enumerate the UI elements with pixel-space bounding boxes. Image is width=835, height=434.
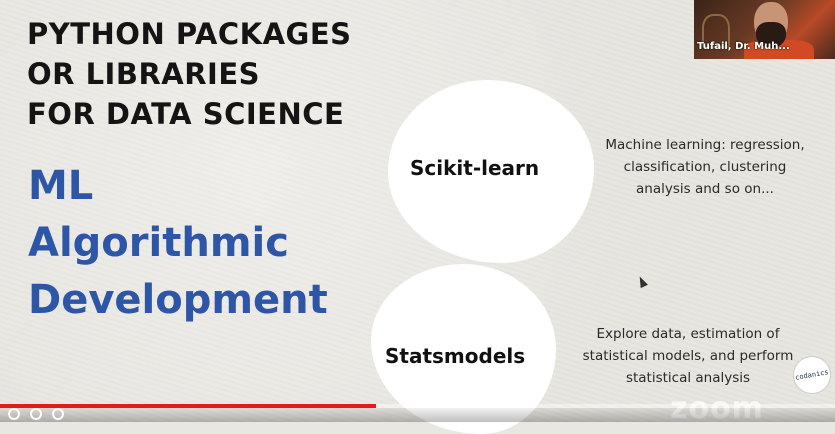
description-line: statistical analysis [625,370,751,386]
video-progress-fill [0,404,376,408]
subtitle-line: Algorithmic [28,220,289,266]
player-controls [0,408,835,422]
statsmodels-description: Explore data, estimation of statistical … [575,323,801,389]
codanics-logo: codanics [793,356,831,394]
play-control-icon[interactable] [8,408,20,420]
slide-subtitle: ML Algorithmic Development [28,158,328,329]
subtitle-line: Development [28,277,328,323]
logo-text: codanics [794,368,830,382]
statsmodels-label: Statsmodels [385,344,526,368]
volume-control-icon[interactable] [52,408,64,420]
subtitle-line: ML [28,163,94,209]
title-line: FOR DATA SCIENCE [27,97,345,131]
description-line: Explore data, estimation of [596,326,780,342]
video-progress-bar[interactable] [0,404,835,408]
participant-name: Tufail, Dr. Muh... [697,41,790,52]
scikit-learn-label: Scikit-learn [410,156,540,180]
description-line: statistical models, and perform [582,348,794,364]
title-line: PYTHON PACKAGES [27,17,352,51]
description-line: classification, clustering [623,159,787,175]
title-line: OR LIBRARIES [27,57,261,91]
next-control-icon[interactable] [30,408,42,420]
description-line: analysis and so on... [636,181,774,197]
scikit-learn-description: Machine learning: regression, classifica… [598,134,812,200]
description-line: Machine learning: regression, [605,137,805,153]
slide-title: PYTHON PACKAGES OR LIBRARIES FOR DATA SC… [27,14,387,134]
